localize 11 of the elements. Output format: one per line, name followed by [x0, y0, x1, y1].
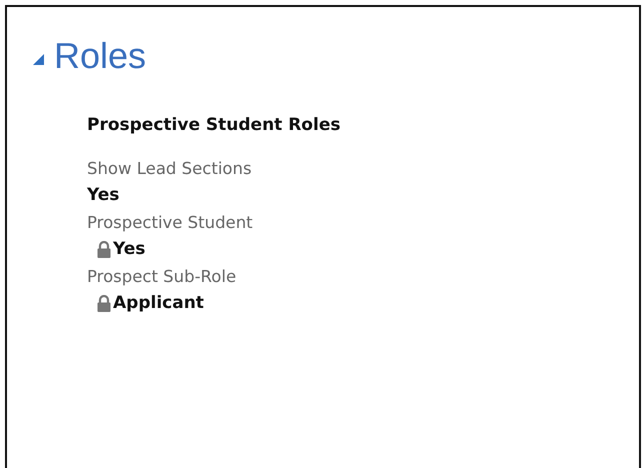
field-value: Applicant: [113, 293, 204, 313]
field-value: Yes: [113, 239, 146, 259]
section-title: Roles: [54, 35, 146, 77]
field-label: Prospective Student: [87, 212, 254, 234]
field-label: Prospect Sub-Role: [87, 266, 238, 288]
field-label: Show Lead Sections: [87, 158, 253, 180]
group-title: Prospective Student Roles: [87, 115, 342, 135]
field-value: Yes: [87, 185, 120, 205]
triangle-icon[interactable]: [33, 54, 44, 64]
lock-icon: [97, 240, 111, 258]
lock-icon: [97, 294, 111, 312]
